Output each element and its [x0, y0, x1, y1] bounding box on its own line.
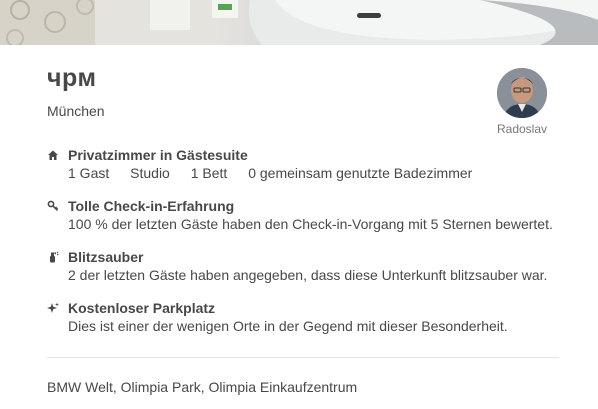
room-kind: Studio — [130, 165, 170, 181]
guests-count: 1 Gast — [68, 165, 110, 181]
bathrooms-info: 0 gemeinsam genutzte Badezimmer — [248, 165, 473, 181]
highlight-title: Blitzsauber — [68, 249, 144, 265]
highlight-parking: Kostenloser Parkplatz Dies ist einer der… — [47, 300, 567, 336]
highlight-title: Kostenloser Parkplatz — [68, 300, 216, 316]
host-name: Radoslav — [496, 122, 548, 136]
home-icon — [48, 150, 58, 160]
photo-image — [0, 0, 598, 45]
highlight-description: Dies ist einer der wenigen Orte in der G… — [68, 318, 508, 334]
host-avatar-image — [497, 68, 547, 118]
sparkle-icon — [47, 302, 59, 313]
neighborhood-landmarks: BMW Welt, Olimpia Park, Olimpia Einkaufz… — [47, 379, 358, 395]
spray-bottle-icon — [50, 251, 59, 263]
host-profile[interactable]: Radoslav — [496, 68, 548, 136]
highlight-title: Tolle Check-in-Erfahrung — [68, 198, 235, 214]
highlight-description: 2 der letzten Gäste haben angegeben, das… — [68, 267, 548, 283]
highlight-check-in: Tolle Check-in-Erfahrung 100 % der letzt… — [47, 198, 567, 234]
highlight-description: 100 % der letzten Gäste haben den Check-… — [68, 216, 553, 232]
listing-page: чрм München Radoslav Privatzimmer in Gäs… — [0, 0, 598, 409]
highlight-cleanliness: Blitzsauber 2 der letzten Gäste haben an… — [47, 249, 567, 285]
highlight-room-type: Privatzimmer in Gästesuite 1 Gast Studio… — [47, 147, 567, 183]
section-divider — [47, 357, 559, 358]
listing-title: чрм — [47, 64, 97, 92]
listing-photo[interactable] — [0, 0, 598, 45]
key-icon — [47, 200, 59, 212]
beds-count: 1 Bett — [190, 165, 228, 181]
host-avatar[interactable] — [497, 68, 547, 118]
listing-location: München — [47, 103, 105, 119]
highlight-title: Privatzimmer in Gästesuite — [68, 147, 248, 163]
room-facts: 1 Gast Studio 1 Bett 0 gemeinsam genutzt… — [68, 165, 472, 181]
